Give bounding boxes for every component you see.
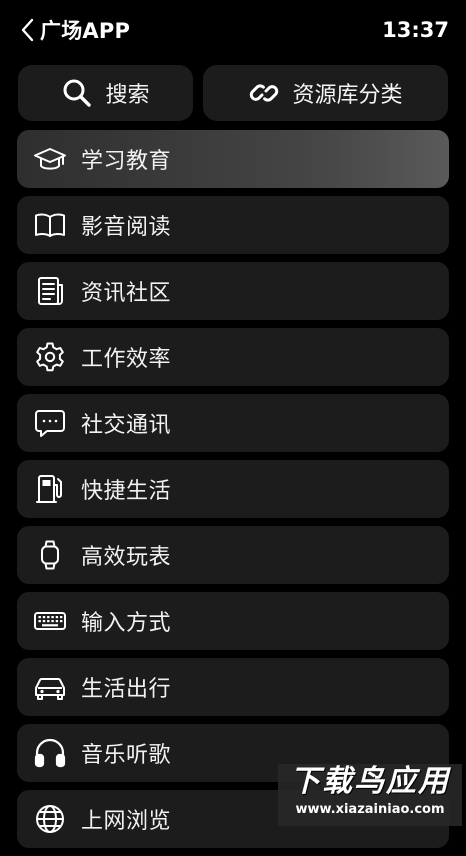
gear-icon — [33, 340, 67, 374]
category-item-quick-life[interactable]: 快捷生活 — [17, 460, 449, 518]
header: 广场APP 13:37 — [0, 0, 466, 60]
category-item-education[interactable]: 学习教育 — [17, 130, 449, 188]
category-label: 音乐听歌 — [81, 743, 172, 768]
watch-icon — [33, 538, 67, 572]
fuel-pump-icon — [33, 472, 67, 506]
globe-icon — [33, 802, 67, 836]
newspaper-icon — [33, 274, 67, 308]
link-icon — [248, 77, 280, 109]
category-label: 快捷生活 — [81, 479, 172, 504]
car-icon — [33, 670, 67, 704]
back-button[interactable]: 广场APP — [20, 14, 130, 46]
category-label: 输入方式 — [81, 611, 172, 636]
category-item-input-method[interactable]: 输入方式 — [17, 592, 449, 650]
watermark-logo: 下载鸟应用 www.xiazainiao.com — [278, 764, 462, 826]
category-label: 生活出行 — [81, 677, 172, 702]
search-icon — [61, 77, 93, 109]
category-item-watch[interactable]: 高效玩表 — [17, 526, 449, 584]
category-label: 资讯社区 — [81, 281, 172, 306]
category-item-travel[interactable]: 生活出行 — [17, 658, 449, 716]
category-label: 工作效率 — [81, 347, 172, 372]
category-label: 学习教育 — [81, 149, 172, 174]
category-label: 上网浏览 — [81, 809, 172, 834]
resource-category-button[interactable]: 资源库分类 — [203, 65, 448, 121]
chat-bubble-icon — [33, 406, 67, 440]
headphones-icon — [33, 736, 67, 770]
search-button-label: 搜索 — [105, 83, 150, 108]
category-label: 社交通讯 — [81, 413, 172, 438]
resource-category-label: 资源库分类 — [292, 83, 403, 108]
category-label: 高效玩表 — [81, 545, 172, 570]
category-item-social[interactable]: 社交通讯 — [17, 394, 449, 452]
keyboard-icon — [33, 604, 67, 638]
watermark-text: 下载鸟应用 — [290, 764, 450, 799]
watermark-url: www.xiazainiao.com — [295, 802, 445, 817]
category-list: 学习教育 影音阅读 资讯社区 工作效率 社交通讯 快捷生活 高效玩表 输入方式 … — [17, 130, 449, 856]
page-title: 广场APP — [40, 19, 131, 43]
clock-time: 13:37 — [382, 18, 449, 42]
chevron-left-icon — [20, 17, 36, 43]
category-item-media-reading[interactable]: 影音阅读 — [17, 196, 449, 254]
search-button[interactable]: 搜索 — [18, 65, 193, 121]
category-item-news-community[interactable]: 资讯社区 — [17, 262, 449, 320]
category-label: 影音阅读 — [81, 215, 172, 240]
graduation-cap-icon — [33, 142, 67, 176]
category-item-productivity[interactable]: 工作效率 — [17, 328, 449, 386]
open-book-icon — [33, 208, 67, 242]
